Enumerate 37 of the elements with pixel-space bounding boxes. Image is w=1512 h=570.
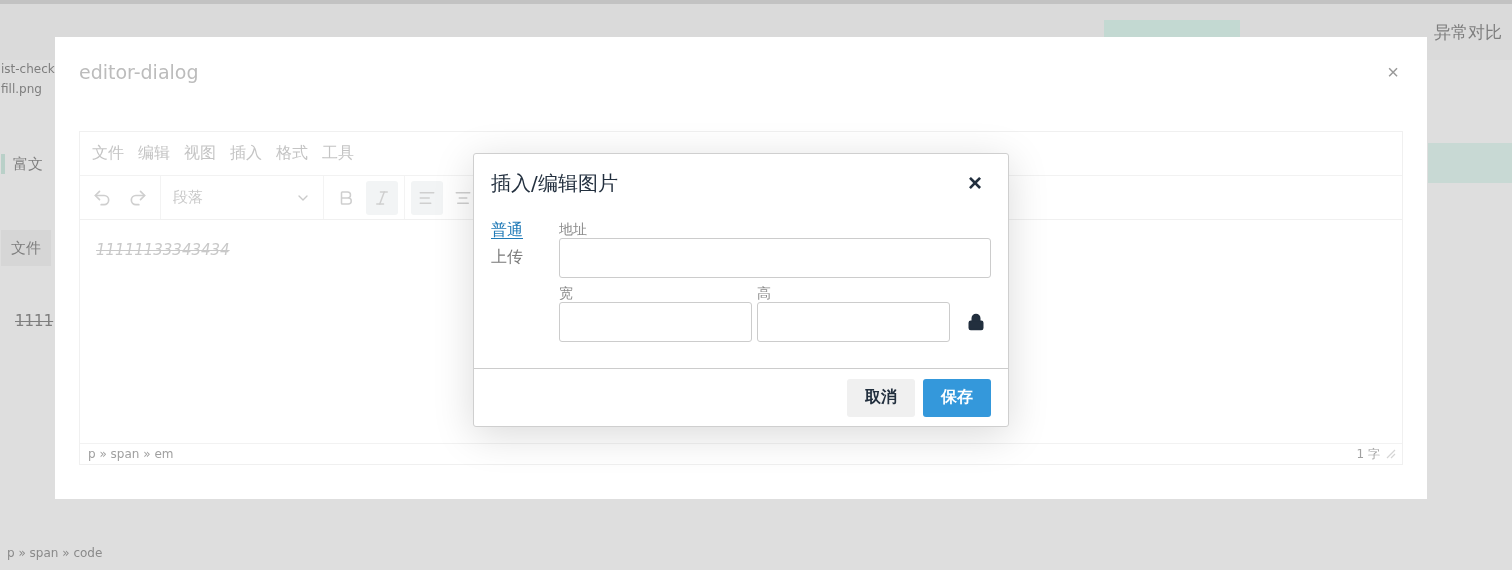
- width-input[interactable]: [559, 302, 752, 342]
- dialog-tab[interactable]: 普通: [491, 220, 523, 241]
- italic-icon: [373, 188, 391, 207]
- dialog-title: editor-dialog: [79, 61, 199, 83]
- field-label: 地址: [559, 220, 588, 238]
- dialog-title: 插入/编辑图片: [491, 169, 618, 197]
- close-button[interactable]: ×: [968, 171, 982, 195]
- menu-item[interactable]: 文件: [1, 230, 51, 266]
- file-name: ist-check: [1, 62, 55, 76]
- field-label: 宽: [559, 284, 574, 302]
- close-button[interactable]: ×: [1383, 60, 1403, 84]
- section-title: 富文: [13, 154, 43, 174]
- dialog-tab[interactable]: 上传: [491, 247, 523, 268]
- element-path: p » span » em: [88, 447, 174, 461]
- section-marker: [1, 154, 5, 174]
- redo-icon: [128, 187, 148, 208]
- menu-item[interactable]: 编辑: [138, 143, 170, 164]
- menu-item[interactable]: 视图: [184, 143, 216, 164]
- action-button[interactable]: [1428, 143, 1512, 183]
- italic-button[interactable]: [366, 180, 398, 215]
- menu-item[interactable]: 格式: [276, 143, 308, 164]
- element-path: p » span » code: [7, 546, 103, 560]
- content-text: 1111: [15, 312, 54, 330]
- menu-item[interactable]: 工具: [322, 143, 354, 164]
- word-count: 1 字: [1356, 445, 1380, 463]
- file-name: fill.png: [1, 82, 42, 96]
- height-input[interactable]: [757, 302, 950, 342]
- undo-icon: [92, 187, 112, 208]
- menu-item[interactable]: 插入: [230, 143, 262, 164]
- tab-label[interactable]: 异常对比: [1434, 20, 1502, 44]
- cancel-button[interactable]: 取消: [847, 378, 915, 417]
- menu-item[interactable]: 文件: [92, 143, 124, 164]
- resize-handle-icon: [1386, 449, 1396, 459]
- align-left-button[interactable]: [411, 180, 443, 215]
- save-button[interactable]: 保存: [923, 378, 991, 417]
- field-label: 高: [757, 284, 772, 302]
- url-input[interactable]: [559, 238, 991, 278]
